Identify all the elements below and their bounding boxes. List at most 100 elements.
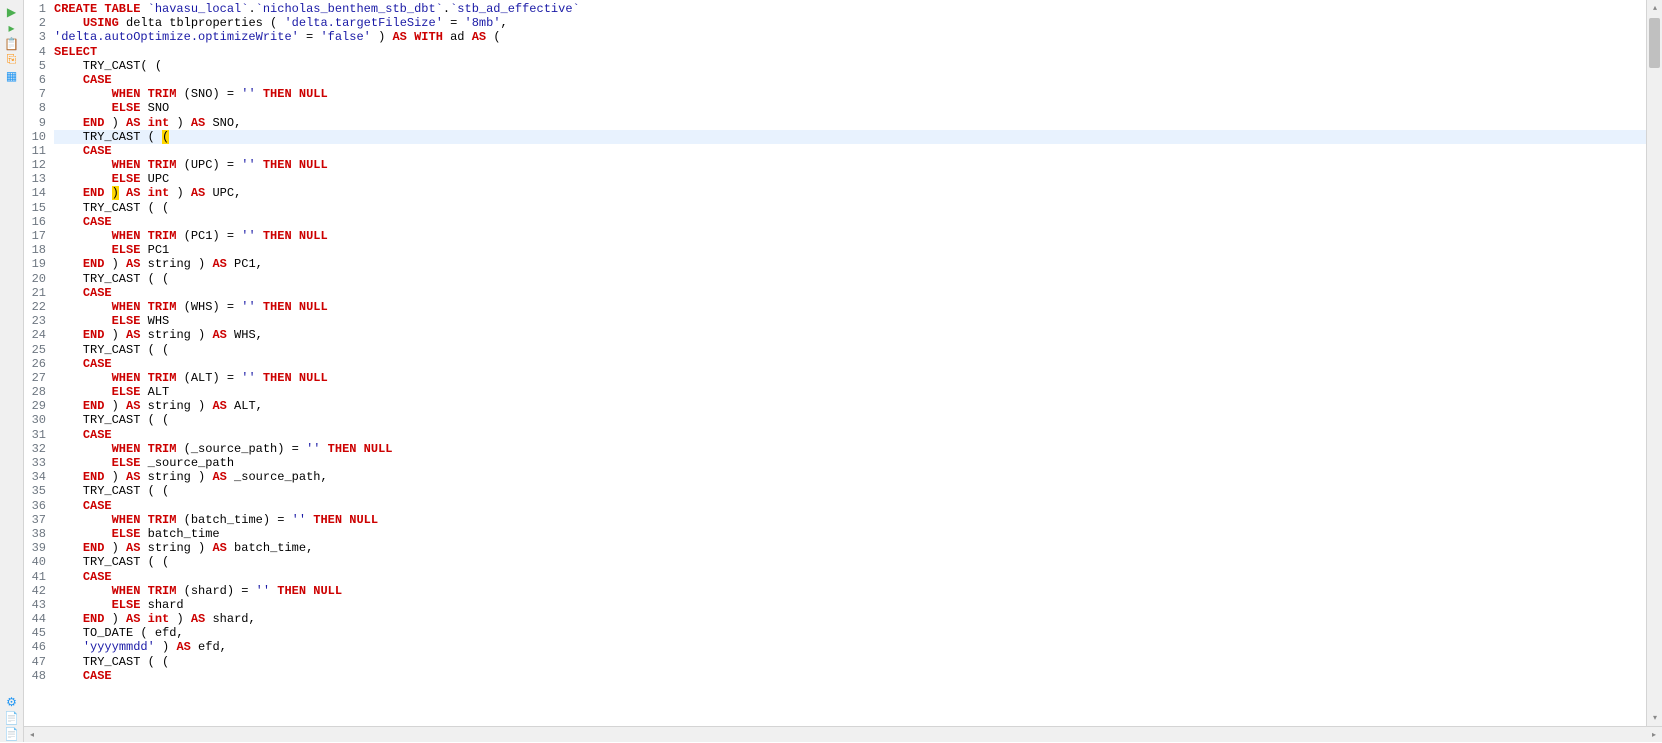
code-line[interactable]: ELSE _source_path	[54, 456, 1646, 470]
scroll-up-icon[interactable]: ▴	[1647, 0, 1662, 16]
code-line[interactable]: TRY_CAST ( (	[54, 272, 1646, 286]
line-number: 15	[28, 201, 46, 215]
line-number: 44	[28, 612, 46, 626]
code-line[interactable]: END ) AS string ) AS _source_path,	[54, 470, 1646, 484]
code-line[interactable]: END ) AS string ) AS ALT,	[54, 399, 1646, 413]
line-number: 34	[28, 470, 46, 484]
code-line[interactable]: 'yyyymmdd' ) AS efd,	[54, 640, 1646, 654]
copy-icon[interactable]: ⎘	[4, 52, 20, 68]
code-line[interactable]: WHEN TRIM (batch_time) = '' THEN NULL	[54, 513, 1646, 527]
code-line[interactable]: TRY_CAST ( (	[54, 343, 1646, 357]
left-toolbar: ▶▸📋⎘▦ ⚙📄📄	[0, 0, 24, 742]
code-line[interactable]: WHEN TRIM (PC1) = '' THEN NULL	[54, 229, 1646, 243]
code-line[interactable]: CASE	[54, 499, 1646, 513]
code-line[interactable]: CASE	[54, 357, 1646, 371]
line-number: 4	[28, 45, 46, 59]
code-line[interactable]: CASE	[54, 286, 1646, 300]
line-number: 36	[28, 499, 46, 513]
line-number: 3	[28, 30, 46, 44]
line-number: 33	[28, 456, 46, 470]
line-number: 18	[28, 243, 46, 257]
code-line[interactable]: TRY_CAST( (	[54, 59, 1646, 73]
code-line[interactable]: SELECT	[54, 45, 1646, 59]
line-number: 9	[28, 116, 46, 130]
code-line[interactable]: CASE	[54, 570, 1646, 584]
code-line[interactable]: CASE	[54, 73, 1646, 87]
code-line[interactable]: WHEN TRIM (_source_path) = '' THEN NULL	[54, 442, 1646, 456]
editor-area: 1234567891011121314151617181920212223242…	[24, 0, 1662, 742]
scroll-down-icon[interactable]: ▾	[1647, 710, 1662, 726]
line-number: 1	[28, 2, 46, 16]
code-line[interactable]: END ) AS int ) AS shard,	[54, 612, 1646, 626]
horizontal-scrollbar[interactable]: ◂ ▸	[24, 726, 1662, 742]
line-number: 40	[28, 555, 46, 569]
code-line[interactable]: TRY_CAST ( (	[54, 484, 1646, 498]
line-number: 14	[28, 186, 46, 200]
scroll-right-icon[interactable]: ▸	[1646, 727, 1662, 743]
code-line[interactable]: TRY_CAST ( (	[54, 655, 1646, 669]
code-line[interactable]: TRY_CAST ( (	[54, 555, 1646, 569]
line-number: 31	[28, 428, 46, 442]
line-number: 29	[28, 399, 46, 413]
code-line[interactable]: 'delta.autoOptimize.optimizeWrite' = 'fa…	[54, 30, 1646, 44]
code-line[interactable]: CASE	[54, 669, 1646, 683]
vertical-scrollbar[interactable]: ▴ ▾	[1646, 0, 1662, 726]
code-editor[interactable]: CREATE TABLE `havasu_local`.`nicholas_be…	[54, 0, 1646, 726]
line-number: 47	[28, 655, 46, 669]
line-number: 21	[28, 286, 46, 300]
clipboard-icon[interactable]: 📋	[4, 36, 20, 52]
line-number: 38	[28, 527, 46, 541]
line-number: 2	[28, 16, 46, 30]
code-line[interactable]: ELSE shard	[54, 598, 1646, 612]
line-number: 19	[28, 257, 46, 271]
code-line[interactable]: END ) AS string ) AS PC1,	[54, 257, 1646, 271]
code-line[interactable]: WHEN TRIM (UPC) = '' THEN NULL	[54, 158, 1646, 172]
code-line[interactable]: CASE	[54, 144, 1646, 158]
line-number: 26	[28, 357, 46, 371]
code-line[interactable]: ELSE WHS	[54, 314, 1646, 328]
line-number: 30	[28, 413, 46, 427]
scroll-thumb[interactable]	[1649, 18, 1660, 68]
line-number: 43	[28, 598, 46, 612]
line-number: 13	[28, 172, 46, 186]
code-line[interactable]: WHEN TRIM (SNO) = '' THEN NULL	[54, 87, 1646, 101]
code-line[interactable]: TRY_CAST ( (	[54, 413, 1646, 427]
line-number: 32	[28, 442, 46, 456]
code-line[interactable]: ELSE batch_time	[54, 527, 1646, 541]
doc-icon[interactable]: ▦	[4, 68, 20, 84]
code-line[interactable]: CREATE TABLE `havasu_local`.`nicholas_be…	[54, 2, 1646, 16]
line-number: 20	[28, 272, 46, 286]
code-line[interactable]: END ) AS int ) AS UPC,	[54, 186, 1646, 200]
code-line[interactable]: TRY_CAST ( (	[54, 130, 1646, 144]
code-line[interactable]: ELSE ALT	[54, 385, 1646, 399]
run-icon[interactable]: ▶	[4, 4, 20, 20]
line-number: 22	[28, 300, 46, 314]
code-line[interactable]: ELSE PC1	[54, 243, 1646, 257]
code-line[interactable]: WHEN TRIM (WHS) = '' THEN NULL	[54, 300, 1646, 314]
code-line[interactable]: END ) AS string ) AS WHS,	[54, 328, 1646, 342]
code-line[interactable]: END ) AS int ) AS SNO,	[54, 116, 1646, 130]
line-number: 37	[28, 513, 46, 527]
code-line[interactable]: WHEN TRIM (ALT) = '' THEN NULL	[54, 371, 1646, 385]
run-cursor-icon[interactable]: ▸	[4, 20, 20, 36]
scroll-left-icon[interactable]: ◂	[24, 727, 40, 743]
code-line[interactable]: CASE	[54, 428, 1646, 442]
line-number: 27	[28, 371, 46, 385]
line-number: 11	[28, 144, 46, 158]
code-line[interactable]: END ) AS string ) AS batch_time,	[54, 541, 1646, 555]
error-doc-icon[interactable]: 📄	[4, 726, 20, 742]
code-line[interactable]: ELSE UPC	[54, 172, 1646, 186]
settings-icon[interactable]: ⚙	[4, 694, 20, 710]
line-number: 45	[28, 626, 46, 640]
code-line[interactable]: TO_DATE ( efd,	[54, 626, 1646, 640]
code-line[interactable]: CASE	[54, 215, 1646, 229]
line-number: 5	[28, 59, 46, 73]
code-line[interactable]: TRY_CAST ( (	[54, 201, 1646, 215]
new-doc-icon[interactable]: 📄	[4, 710, 20, 726]
line-number: 24	[28, 328, 46, 342]
code-line[interactable]: USING delta tblproperties ( 'delta.targe…	[54, 16, 1646, 30]
line-number: 39	[28, 541, 46, 555]
code-line[interactable]: ELSE SNO	[54, 101, 1646, 115]
code-line[interactable]: WHEN TRIM (shard) = '' THEN NULL	[54, 584, 1646, 598]
line-number: 42	[28, 584, 46, 598]
